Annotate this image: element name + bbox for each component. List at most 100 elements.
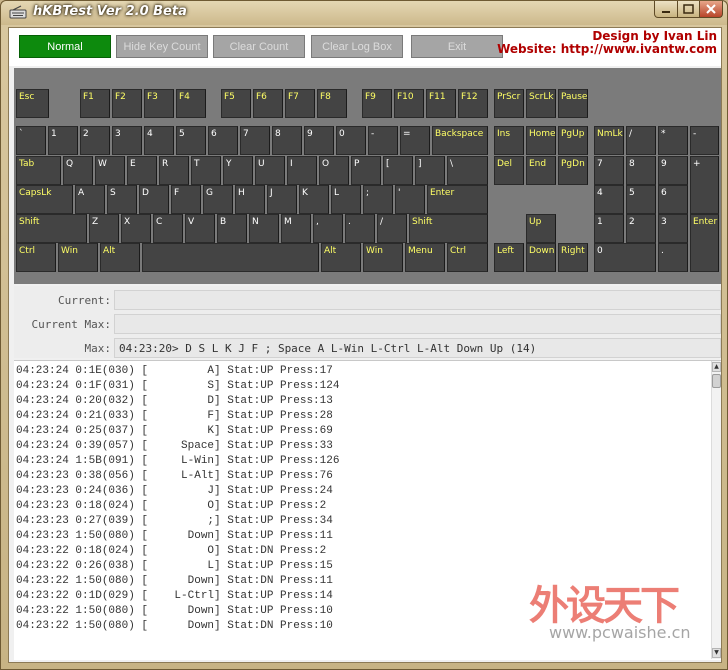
- key-right-alt[interactable]: Alt: [321, 243, 361, 272]
- key-v[interactable]: V: [185, 214, 215, 243]
- key-q[interactable]: Q: [63, 156, 93, 185]
- key-numpad-9[interactable]: 9: [658, 156, 688, 185]
- key-j[interactable]: J: [267, 185, 297, 214]
- key-6[interactable]: 6: [208, 126, 238, 155]
- key-tab[interactable]: Tab: [16, 156, 61, 185]
- key-menu[interactable]: Menu: [405, 243, 445, 272]
- key-quote[interactable]: ': [395, 185, 425, 214]
- hide-key-count-button[interactable]: Hide Key Count: [116, 35, 208, 58]
- key-numpad-dot[interactable]: .: [658, 243, 688, 272]
- key-1[interactable]: 1: [48, 126, 78, 155]
- key-c[interactable]: C: [153, 214, 183, 243]
- key-left-bracket[interactable]: [: [383, 156, 413, 185]
- clear-log-box-button[interactable]: Clear Log Box: [311, 35, 403, 58]
- key-home[interactable]: Home: [526, 126, 556, 155]
- key-backspace[interactable]: Backspace: [432, 126, 488, 155]
- key-numpad-5[interactable]: 5: [626, 185, 656, 214]
- key-y[interactable]: Y: [223, 156, 253, 185]
- key-a[interactable]: A: [75, 185, 105, 214]
- key-f6[interactable]: F6: [253, 89, 283, 118]
- key-z[interactable]: Z: [89, 214, 119, 243]
- key-space[interactable]: [142, 243, 319, 272]
- key-f2[interactable]: F2: [112, 89, 142, 118]
- key-f8[interactable]: F8: [317, 89, 347, 118]
- key-right[interactable]: Right: [558, 243, 588, 272]
- key-comma[interactable]: ,: [313, 214, 343, 243]
- key-right-win[interactable]: Win: [363, 243, 403, 272]
- key-numpad-3[interactable]: 3: [658, 214, 688, 243]
- key-r[interactable]: R: [159, 156, 189, 185]
- exit-button[interactable]: Exit: [411, 35, 503, 58]
- key-ins[interactable]: Ins: [494, 126, 524, 155]
- key-del[interactable]: Del: [494, 156, 524, 185]
- clear-count-button[interactable]: Clear Count: [213, 35, 305, 58]
- scroll-thumb[interactable]: [712, 374, 721, 388]
- key-f9[interactable]: F9: [362, 89, 392, 118]
- scroll-down-arrow-icon[interactable]: ▼: [712, 648, 721, 658]
- key-left-shift[interactable]: Shift: [16, 214, 87, 243]
- key-m[interactable]: M: [281, 214, 311, 243]
- key-up[interactable]: Up: [526, 214, 556, 243]
- key-numlock[interactable]: NmLk: [594, 126, 624, 155]
- key-o[interactable]: O: [319, 156, 349, 185]
- key-numpad-7[interactable]: 7: [594, 156, 624, 185]
- key-f12[interactable]: F12: [458, 89, 488, 118]
- key-4[interactable]: 4: [144, 126, 174, 155]
- key-backquote[interactable]: `: [16, 126, 46, 155]
- scroll-up-arrow-icon[interactable]: ▲: [712, 362, 721, 372]
- key-f5[interactable]: F5: [221, 89, 251, 118]
- key-enter[interactable]: Enter: [427, 185, 488, 214]
- key-numpad-2[interactable]: 2: [626, 214, 656, 243]
- key-numpad-1[interactable]: 1: [594, 214, 624, 243]
- key-7[interactable]: 7: [240, 126, 270, 155]
- key-end[interactable]: End: [526, 156, 556, 185]
- key-numpad-plus[interactable]: +: [690, 156, 719, 214]
- key-right-shift[interactable]: Shift: [409, 214, 488, 243]
- key-numpad-divide[interactable]: /: [626, 126, 656, 155]
- key-p[interactable]: P: [351, 156, 381, 185]
- key-s[interactable]: S: [107, 185, 137, 214]
- title-bar[interactable]: hKBTest Ver 2.0 Beta: [1, 1, 727, 25]
- key-f11[interactable]: F11: [426, 89, 456, 118]
- minimize-button[interactable]: [654, 1, 678, 18]
- key-numpad-0[interactable]: 0: [594, 243, 656, 272]
- key-period[interactable]: .: [345, 214, 375, 243]
- key-b[interactable]: B: [217, 214, 247, 243]
- key-equal[interactable]: =: [400, 126, 430, 155]
- key-prscr[interactable]: PrScr: [494, 89, 524, 118]
- key-numpad-multiply[interactable]: *: [658, 126, 688, 155]
- key-0[interactable]: 0: [336, 126, 366, 155]
- key-numpad-minus[interactable]: -: [690, 126, 719, 155]
- key-i[interactable]: I: [287, 156, 317, 185]
- normal-button[interactable]: Normal: [19, 35, 111, 58]
- close-button[interactable]: [699, 1, 723, 18]
- key-minus[interactable]: -: [368, 126, 398, 155]
- key-9[interactable]: 9: [304, 126, 334, 155]
- key-k[interactable]: K: [299, 185, 329, 214]
- key-5[interactable]: 5: [176, 126, 206, 155]
- key-u[interactable]: U: [255, 156, 285, 185]
- key-numpad-8[interactable]: 8: [626, 156, 656, 185]
- key-right-bracket[interactable]: ]: [415, 156, 445, 185]
- key-f1[interactable]: F1: [80, 89, 110, 118]
- key-f3[interactable]: F3: [144, 89, 174, 118]
- key-e[interactable]: E: [127, 156, 157, 185]
- key-n[interactable]: N: [249, 214, 279, 243]
- website-credit[interactable]: Website: http://www.ivantw.com: [497, 42, 717, 56]
- key-h[interactable]: H: [235, 185, 265, 214]
- key-t[interactable]: T: [191, 156, 221, 185]
- key-numpad-4[interactable]: 4: [594, 185, 624, 214]
- key-scrlk[interactable]: ScrLk: [526, 89, 556, 118]
- key-8[interactable]: 8: [272, 126, 302, 155]
- key-slash[interactable]: /: [377, 214, 407, 243]
- key-pgup[interactable]: PgUp: [558, 126, 588, 155]
- key-2[interactable]: 2: [80, 126, 110, 155]
- key-semicolon[interactable]: ;: [363, 185, 393, 214]
- key-pgdn[interactable]: PgDn: [558, 156, 588, 185]
- log-scrollbar[interactable]: ▲ ▼: [711, 361, 721, 659]
- maximize-button[interactable]: [677, 1, 700, 18]
- key-f7[interactable]: F7: [285, 89, 315, 118]
- key-numpad-6[interactable]: 6: [658, 185, 688, 214]
- key-esc[interactable]: Esc: [16, 89, 49, 118]
- key-left-ctrl[interactable]: Ctrl: [16, 243, 56, 272]
